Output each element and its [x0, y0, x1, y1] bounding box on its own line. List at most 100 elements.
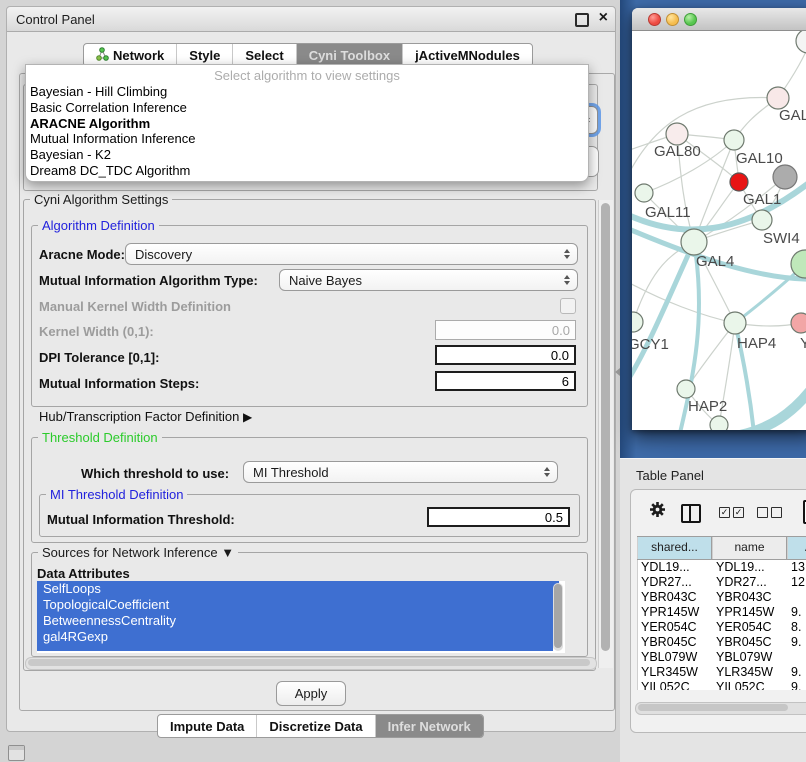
table-row[interactable]: YER054CYER054C8.: [638, 620, 806, 635]
table-panel-area: Table Panel ✓ ✓ shared...: [620, 458, 806, 762]
table-horizontal-scrollbar[interactable]: [635, 702, 806, 715]
node-hap4[interactable]: [724, 312, 746, 334]
minimized-panel-icon[interactable]: [8, 745, 25, 761]
mi-steps-input[interactable]: [435, 371, 576, 391]
unchecked-box-icon: [771, 507, 782, 518]
settings-group-title: Cyni Algorithm Settings: [30, 192, 172, 207]
node-red[interactable]: [730, 173, 748, 191]
list-item-selected[interactable]: TopologicalCoefficient: [37, 597, 559, 613]
tab-select[interactable]: Select: [233, 44, 296, 66]
mi-type-combo[interactable]: Naive Bayes: [279, 269, 578, 291]
table-row[interactable]: YPR145WYPR145W9.: [638, 605, 806, 620]
zoom-traffic-light[interactable]: [684, 13, 697, 26]
table-header-row: shared... name A: [637, 536, 806, 560]
list-vertical-scrollbar[interactable]: [553, 583, 563, 651]
table-panel: ✓ ✓ shared... name A YDL19...YDL19...13 …: [630, 489, 806, 733]
node-label: HAP4: [737, 335, 776, 352]
node[interactable]: [710, 416, 728, 430]
dpi-tolerance-label: DPI Tolerance [0,1]:: [39, 350, 159, 365]
dropdown-item[interactable]: Basic Correlation Inference: [26, 100, 588, 116]
mi-threshold-input[interactable]: [427, 507, 570, 527]
minimize-traffic-light[interactable]: [666, 13, 679, 26]
mi-threshold-group-title: MI Threshold Definition: [46, 487, 187, 502]
node-gal1[interactable]: [752, 210, 772, 230]
table-row[interactable]: YIL052CYIL052C9.: [638, 680, 806, 690]
tab-cyni-toolbox[interactable]: Cyni Toolbox: [297, 44, 403, 66]
dropdown-item[interactable]: Mutual Information Inference: [26, 131, 588, 147]
dropdown-item[interactable]: Dream8 DC_TDC Algorithm: [26, 163, 588, 179]
table-row[interactable]: YBL079WYBL079W: [638, 650, 806, 665]
settings-vertical-scrollbar[interactable]: [598, 200, 613, 668]
node-hap2[interactable]: [677, 380, 695, 398]
gear-icon[interactable]: [649, 501, 666, 521]
scrollbar-thumb[interactable]: [601, 203, 610, 651]
tab-jactivemnodules[interactable]: jActiveMNodules: [403, 44, 532, 66]
node[interactable]: [767, 87, 789, 109]
column-header-name[interactable]: name: [712, 537, 787, 559]
column-header-clipped[interactable]: A: [787, 537, 806, 559]
column-header-shared-name[interactable]: shared...: [637, 537, 712, 559]
table-row[interactable]: YDL19...YDL19...13: [638, 560, 806, 575]
stepper-icon: [544, 467, 550, 477]
dropdown-item[interactable]: Bayesian - K2: [26, 147, 588, 163]
network-icon: [96, 47, 109, 64]
node-label: GAL4: [696, 253, 734, 270]
node-gal80[interactable]: [666, 123, 688, 145]
node-label: GAL1: [743, 191, 781, 208]
apply-button[interactable]: Apply: [276, 681, 346, 706]
scrollbar-thumb[interactable]: [28, 659, 590, 666]
aracne-mode-combo[interactable]: Discovery: [125, 243, 578, 265]
stepper-icon: [564, 275, 570, 285]
kernel-width-input: [435, 320, 576, 340]
settings-horizontal-scrollbar[interactable]: [25, 657, 597, 670]
node-label: GAL: [779, 107, 806, 124]
table-row[interactable]: YDR27...YDR27...12: [638, 575, 806, 590]
mi-steps-label: Mutual Information Steps:: [39, 376, 199, 391]
list-item-selected[interactable]: BetweennessCentrality: [37, 613, 559, 629]
data-attributes-label: Data Attributes: [37, 566, 130, 581]
node-label: GAL80: [654, 143, 701, 160]
unselect-all-checks-icon[interactable]: [757, 507, 782, 518]
dpi-tolerance-input[interactable]: [435, 345, 576, 365]
dropdown-item[interactable]: Bayesian - Hill Climbing: [26, 84, 588, 100]
sources-group-title[interactable]: Sources for Network Inference ▼: [38, 545, 238, 560]
columns-icon[interactable]: [681, 504, 701, 523]
table-row[interactable]: YLR345WYLR345W9.: [638, 665, 806, 680]
network-canvas[interactable]: GAL GAL80 GAL10 GAL11 GAL1 GAL4 SWI4 GCY…: [632, 31, 806, 430]
close-icon[interactable]: ×: [599, 9, 608, 27]
list-item-selected[interactable]: SelfLoops: [37, 581, 559, 597]
tab-discretize-data[interactable]: Discretize Data: [257, 715, 375, 737]
tab-impute-data[interactable]: Impute Data: [158, 715, 257, 737]
table-row[interactable]: YBR043CYBR043C: [638, 590, 806, 605]
dropdown-prompt: Select algorithm to view settings: [26, 65, 588, 84]
select-all-checks-icon[interactable]: ✓ ✓: [719, 507, 744, 518]
unchecked-box-icon: [757, 507, 768, 518]
scrollbar-thumb[interactable]: [638, 704, 788, 711]
float-window-icon[interactable]: [575, 13, 589, 27]
manual-kernel-checkbox: [560, 298, 576, 314]
node-gcy1[interactable]: [632, 312, 643, 332]
control-panel-titlebar[interactable]: Control Panel ×: [7, 7, 615, 32]
expander-down-arrow-icon: ▼: [221, 545, 234, 560]
scrollbar-thumb[interactable]: [554, 584, 562, 648]
which-threshold-combo[interactable]: MI Threshold: [243, 461, 558, 483]
node-gal4[interactable]: [681, 229, 707, 255]
table-toolbar: ✓ ✓: [631, 490, 806, 534]
node-gray[interactable]: [773, 165, 797, 189]
close-traffic-light[interactable]: [648, 13, 661, 26]
network-window-titlebar[interactable]: [632, 8, 806, 31]
table-row[interactable]: YBR045CYBR045C9.: [638, 635, 806, 650]
node-label: SWI4: [763, 230, 800, 247]
tab-infer-network[interactable]: Infer Network: [376, 715, 483, 737]
node[interactable]: [796, 31, 806, 53]
node-pink[interactable]: [791, 313, 806, 333]
list-item-partial: [37, 645, 553, 651]
dropdown-item-selected[interactable]: ARACNE Algorithm: [26, 116, 588, 132]
list-item-selected[interactable]: gal4RGexp: [37, 629, 559, 645]
tab-network[interactable]: Network: [84, 44, 177, 66]
hub-definition-expander[interactable]: Hub/Transcription Factor Definition ▶: [39, 409, 252, 424]
node-gal11[interactable]: [635, 184, 653, 202]
node-label: HAP2: [688, 398, 727, 415]
node-gal10[interactable]: [724, 130, 744, 150]
tab-style[interactable]: Style: [177, 44, 233, 66]
